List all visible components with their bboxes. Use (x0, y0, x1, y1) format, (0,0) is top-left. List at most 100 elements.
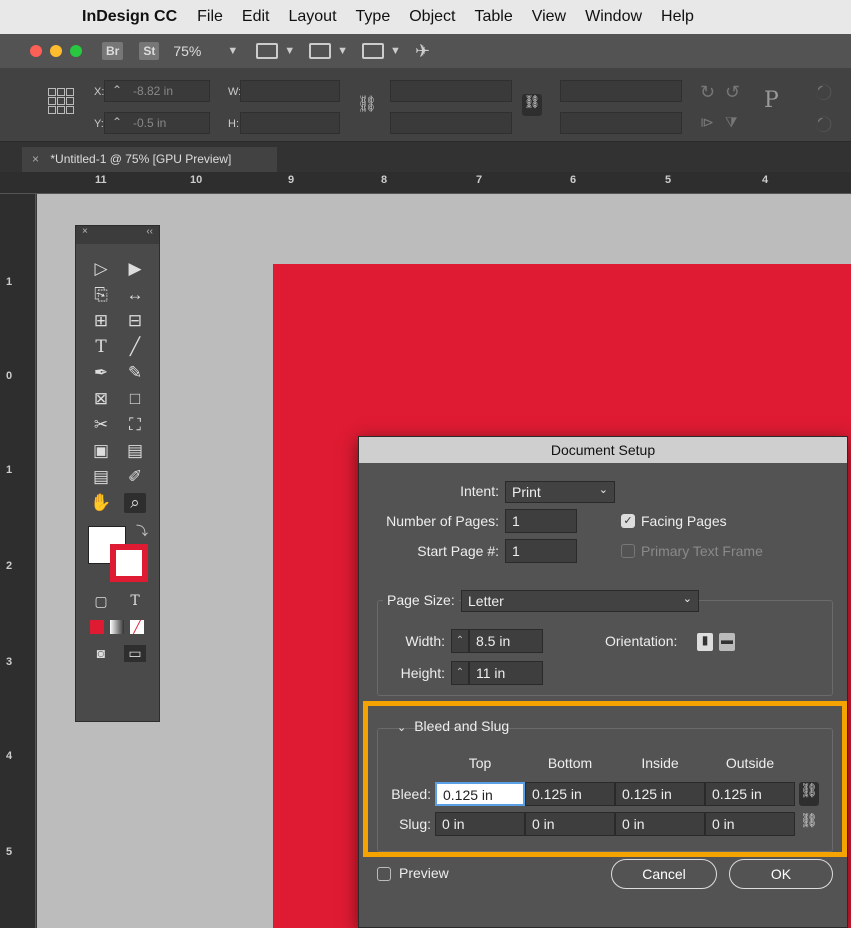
select-container-icon[interactable]: ⚫ (815, 84, 832, 101)
facing-pages-label: Facing Pages (641, 513, 727, 529)
gap-tool-icon[interactable]: ↔ (124, 285, 146, 305)
chevron-down-icon[interactable]: ▼ (390, 45, 401, 57)
rotate-clockwise-icon[interactable]: ↻ (700, 82, 715, 103)
scissors-tool-icon[interactable]: ✂ (90, 415, 112, 435)
eyedropper-tool-icon[interactable]: ✐ (124, 467, 146, 487)
portrait-orientation-icon[interactable]: ▮ (697, 633, 713, 651)
close-panel-icon[interactable]: × (82, 226, 88, 244)
type-tool-icon[interactable]: T (90, 337, 112, 357)
width-field[interactable]: 8.5 in (469, 629, 543, 653)
scale-y-field[interactable] (390, 112, 512, 134)
menu-help[interactable]: Help (661, 8, 694, 26)
pencil-tool-icon[interactable]: ✎ (124, 363, 146, 383)
menu-layout[interactable]: Layout (288, 8, 336, 26)
page-size-select[interactable]: Letter ⌄ (461, 590, 699, 612)
document-tab[interactable]: × *Untitled-1 @ 75% [GPU Preview] (22, 147, 277, 172)
start-page-field[interactable]: 1 (505, 539, 577, 563)
publish-online-icon[interactable]: ✈ (415, 41, 430, 62)
ok-button[interactable]: OK (729, 859, 833, 889)
vertical-ruler[interactable]: 1 0 1 2 3 4 5 (0, 194, 36, 928)
w-field[interactable] (240, 80, 340, 102)
ruler-label: 6 (570, 174, 577, 186)
menu-view[interactable]: View (532, 8, 566, 26)
height-stepper-icon[interactable]: ⌃ (451, 661, 469, 685)
width-stepper-icon[interactable]: ⌃ (451, 629, 469, 653)
rotation-field[interactable] (560, 80, 682, 102)
screen-mode-icon[interactable]: ▭ (124, 644, 146, 662)
menu-window[interactable]: Window (585, 8, 642, 26)
view-options-icon[interactable] (256, 43, 279, 59)
page-tool-icon[interactable]: ⎘ (90, 285, 112, 305)
fill-stroke-swatches[interactable]: ⤵ (88, 522, 159, 582)
line-tool-icon[interactable]: ╱ (124, 337, 146, 357)
menu-type[interactable]: Type (356, 8, 391, 26)
cancel-button[interactable]: Cancel (611, 859, 717, 889)
close-tab-icon[interactable]: × (32, 152, 39, 166)
flip-horizontal-icon[interactable]: ⧐ (700, 114, 714, 131)
gradient-swatch-tool-icon[interactable]: ▣ (90, 441, 112, 461)
screen-mode-icon[interactable] (309, 43, 332, 59)
zoom-window-button[interactable] (70, 45, 82, 57)
select-content-icon[interactable]: ⚫ (815, 116, 832, 133)
swap-fill-stroke-icon[interactable]: ⤵ (136, 522, 148, 539)
preview-checkbox[interactable] (377, 867, 391, 881)
content-collector-icon[interactable]: ⊞ (90, 311, 112, 331)
tools-panel-header[interactable]: × ‹‹ (76, 226, 159, 244)
shear-field[interactable] (560, 112, 682, 134)
stroke-swatch[interactable] (110, 544, 148, 582)
document-tab-title: *Untitled-1 @ 75% [GPU Preview] (50, 152, 232, 166)
arrange-documents-icon[interactable] (362, 43, 385, 59)
height-field[interactable]: 11 in (469, 661, 543, 685)
zoom-tool-icon[interactable]: ⌕ (124, 493, 146, 513)
pen-tool-icon[interactable]: ✒ (90, 363, 112, 383)
chevron-down-icon[interactable]: ▼ (284, 45, 295, 57)
note-tool-icon[interactable]: ▤ (90, 467, 112, 487)
free-transform-tool-icon[interactable]: ⛶ (124, 415, 146, 435)
number-of-pages-field[interactable]: 1 (505, 509, 577, 533)
apply-none-icon[interactable]: ╱ (130, 620, 144, 634)
formatting-text-icon[interactable]: T (124, 593, 146, 609)
reference-point-icon[interactable] (48, 88, 74, 114)
constrain-scale-icon[interactable]: ⛓ (522, 94, 542, 116)
formatting-container-icon[interactable]: ▢ (90, 593, 112, 610)
text-frame-p-icon[interactable]: P (764, 88, 779, 113)
app-menu[interactable]: InDesign CC (82, 8, 177, 26)
h-field[interactable] (240, 112, 340, 134)
intent-select[interactable]: Print ⌄ (505, 481, 615, 503)
rotate-counterclockwise-icon[interactable]: ↺ (725, 82, 740, 103)
stock-button[interactable]: St (139, 42, 160, 60)
gradient-feather-tool-icon[interactable]: ▤ (124, 441, 146, 461)
menu-object[interactable]: Object (409, 8, 455, 26)
menu-table[interactable]: Table (474, 8, 512, 26)
selection-tool-icon[interactable]: ▷ (90, 259, 112, 279)
zoom-level[interactable]: 75% (173, 43, 201, 59)
constrain-proportions-icon[interactable]: ⛓ (357, 94, 377, 114)
horizontal-ruler[interactable]: 11 10 9 8 7 6 5 4 (0, 172, 851, 194)
width-label: Width: (405, 633, 445, 649)
menu-edit[interactable]: Edit (242, 8, 270, 26)
x-stepper-icon[interactable]: ⌃ (112, 83, 122, 97)
rectangle-frame-tool-icon[interactable]: ⊠ (90, 389, 112, 409)
normal-view-icon[interactable]: ◙ (90, 645, 112, 661)
chevron-down-icon[interactable]: ▼ (337, 45, 348, 57)
hand-tool-icon[interactable]: ✋ (90, 493, 112, 513)
landscape-orientation-icon[interactable]: ▬ (719, 633, 735, 651)
primary-text-frame-checkbox[interactable] (621, 544, 635, 558)
bridge-button[interactable]: Br (102, 42, 124, 60)
close-window-button[interactable] (30, 45, 42, 57)
ruler-label: 4 (762, 174, 769, 186)
menu-file[interactable]: File (197, 8, 223, 26)
scale-x-field[interactable] (390, 80, 512, 102)
facing-pages-checkbox[interactable]: ✓ (621, 514, 635, 528)
collapse-panel-icon[interactable]: ‹‹ (146, 226, 153, 244)
apply-color-icon[interactable] (90, 620, 104, 634)
minimize-window-button[interactable] (50, 45, 62, 57)
rectangle-tool-icon[interactable]: □ (124, 389, 146, 409)
y-stepper-icon[interactable]: ⌃ (112, 115, 122, 129)
ruler-label: 0 (6, 370, 13, 382)
direct-selection-tool-icon[interactable]: ▶ (124, 259, 146, 279)
flip-vertical-icon[interactable]: ⧩ (725, 114, 738, 131)
chevron-down-icon[interactable]: ▼ (227, 45, 238, 57)
apply-gradient-icon[interactable] (110, 620, 124, 634)
content-placer-icon[interactable]: ⊟ (124, 311, 146, 331)
